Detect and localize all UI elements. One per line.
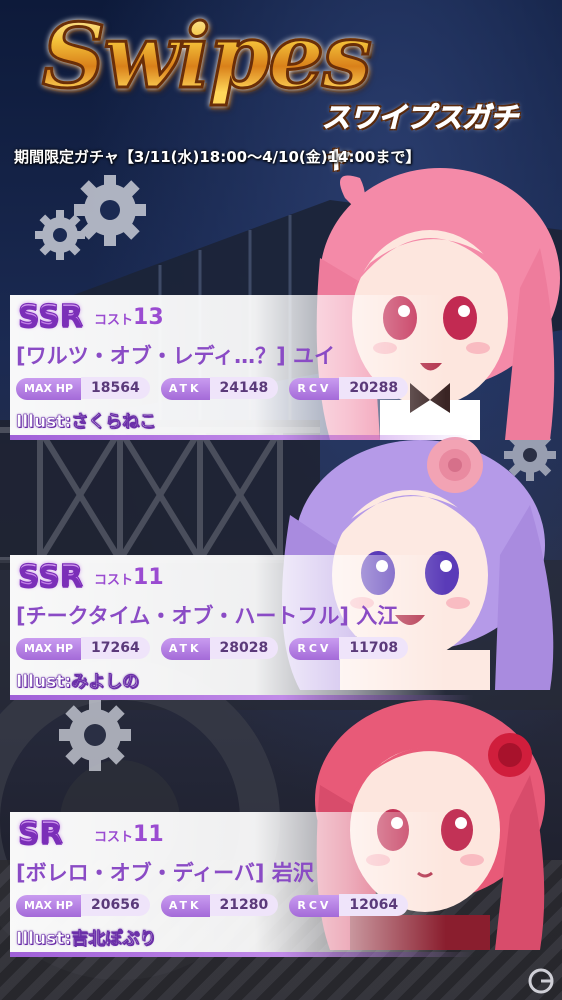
gear-icon	[35, 175, 146, 260]
illustrator-credit: Illust:みよしの	[16, 672, 140, 693]
site-logo-watermark	[528, 968, 554, 994]
gear-icon	[59, 699, 131, 771]
cost-label: コスト11	[94, 822, 164, 847]
rarity-badge: SR	[17, 815, 63, 851]
card-name: [ボレロ・オブ・ディーバ] 岩沢	[16, 861, 314, 885]
stat-max-hp: MAX HP 18564	[16, 377, 150, 400]
card-underline	[10, 695, 555, 700]
stat-atk: ATK 28028	[160, 637, 279, 660]
stat-atk: ATK 21280	[160, 894, 279, 917]
stat-rcv: RCV 20288	[289, 377, 409, 400]
stat-row: MAX HP 20656 ATK 21280 RCV 12064	[16, 894, 414, 917]
stat-rcv: RCV 12064	[289, 894, 409, 917]
illustrator-credit: Illust:吉北ぽぷり	[16, 929, 157, 950]
character-card[interactable]: SR コスト11 [ボレロ・オブ・ディーバ] 岩沢 MAX HP 20656 AT…	[10, 812, 555, 957]
stat-atk: ATK 24148	[160, 377, 279, 400]
stat-row: MAX HP 18564 ATK 24148 RCV 20288	[16, 377, 414, 400]
character-card[interactable]: SSR コスト13 [ワルツ・オブ・レディ…？] ユイ MAX HP 18564 …	[10, 295, 555, 440]
card-underline	[10, 952, 555, 957]
stat-rcv: RCV 11708	[289, 637, 409, 660]
gacha-logo: Swipes スワイプスガチャ	[22, 3, 542, 175]
logo-title: Swipes	[41, 3, 374, 110]
illustrator-credit: Illust:さくらねこ	[16, 412, 157, 433]
stat-max-hp: MAX HP 17264	[16, 637, 150, 660]
gacha-period: 期間限定ガチャ【3/11(水)18:00～4/10(金)14:00まで】	[14, 148, 421, 166]
cost-label: コスト13	[94, 305, 164, 330]
stat-row: MAX HP 17264 ATK 28028 RCV 11708	[16, 637, 414, 660]
character-card[interactable]: SSR コスト11 [チークタイム・オブ・ハートフル] 入江 MAX HP 172…	[10, 555, 555, 700]
card-underline	[10, 435, 555, 440]
rarity-badge: SSR	[17, 558, 83, 594]
card-name: [チークタイム・オブ・ハートフル] 入江	[16, 604, 399, 628]
cost-label: コスト11	[94, 565, 164, 590]
rarity-badge: SSR	[17, 298, 83, 334]
stat-max-hp: MAX HP 20656	[16, 894, 150, 917]
card-name: [ワルツ・オブ・レディ…？] ユイ	[16, 344, 336, 368]
